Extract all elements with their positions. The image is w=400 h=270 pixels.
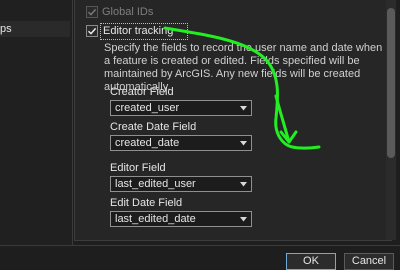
create-date-field-label: Create Date Field	[110, 121, 197, 133]
dropdown-arrow-icon	[240, 182, 247, 187]
creator-field-label: Creator Field	[110, 86, 174, 98]
editor-tracking-checkbox[interactable]	[86, 25, 98, 37]
left-category-item-label: ps	[0, 23, 12, 35]
checkmark-icon	[88, 8, 97, 16]
global-ids-checkbox	[86, 6, 98, 18]
left-category-pane: ps	[0, 0, 72, 245]
edit-date-field-label: Edit Date Field	[110, 197, 183, 209]
checkmark-icon	[88, 27, 97, 35]
dropdown-arrow-icon	[240, 106, 247, 111]
dropdown-arrow-icon	[240, 217, 247, 222]
global-ids-label: Global IDs	[102, 6, 154, 18]
creator-field-value: created_user	[115, 102, 180, 114]
dropdown-arrow-icon	[240, 141, 247, 146]
editor-field-select[interactable]: last_edited_user	[110, 176, 252, 192]
editor-field-label: Editor Field	[110, 162, 166, 174]
footer-divider	[0, 245, 400, 246]
editor-field-value: last_edited_user	[115, 178, 196, 190]
focus-rectangle	[100, 23, 188, 40]
create-date-field-select[interactable]: created_date	[110, 135, 252, 151]
creator-field-select[interactable]: created_user	[110, 100, 252, 116]
scrollbar-thumb[interactable]	[387, 8, 395, 158]
left-category-item[interactable]: ps	[0, 21, 70, 37]
edit-date-field-select[interactable]: last_edited_date	[110, 211, 252, 227]
edit-date-field-value: last_edited_date	[115, 213, 196, 225]
create-date-field-value: created_date	[115, 137, 180, 149]
pane-divider[interactable]	[72, 0, 73, 245]
panel-scrollbar[interactable]	[386, 0, 396, 240]
ok-button[interactable]: OK	[286, 253, 336, 270]
cancel-button[interactable]: Cancel	[344, 253, 394, 270]
